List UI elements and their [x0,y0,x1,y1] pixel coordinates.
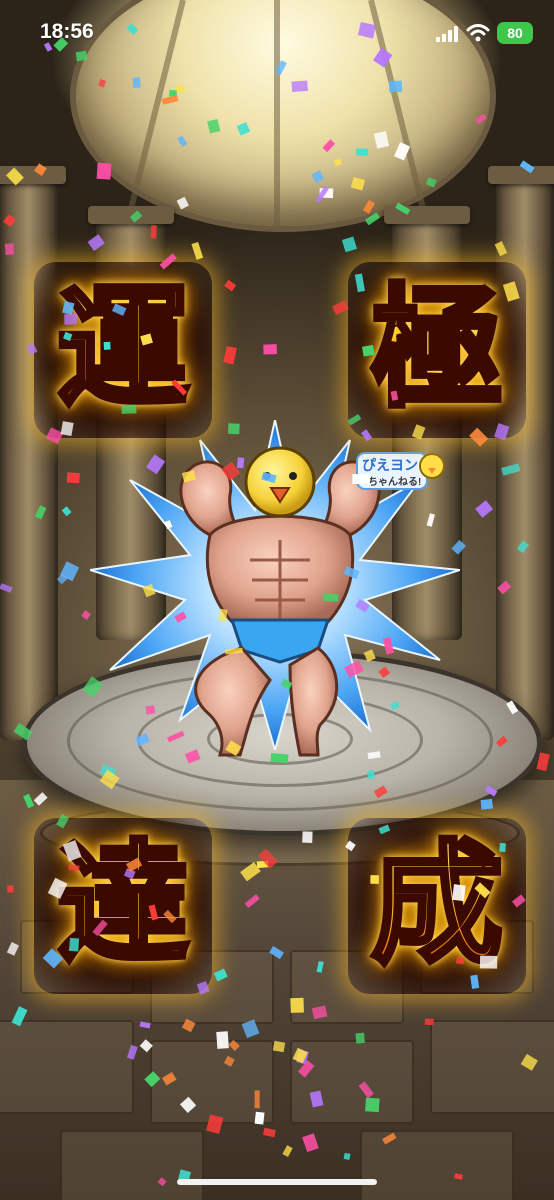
confetti-piece [56,573,68,585]
kanji-tatsu: 達 [38,820,208,990]
channel-logo: ぴえヨン ちゃんねる! [356,450,446,492]
logo-title: ぴえヨン [362,457,418,473]
confetti-piece [61,506,72,517]
home-indicator[interactable] [177,1179,377,1185]
confetti-piece [331,300,349,316]
confetti-piece [475,500,494,518]
status-time: 18:56 [40,20,94,43]
confetti-piece [224,279,237,292]
kanji-sei: 成 [352,820,522,990]
kanji-goku: 極 [352,264,522,434]
confetti-piece [191,242,204,260]
game-screen[interactable]: ぴえヨン ちゃんねる! 運 極 達 成 18:56 80 [0,0,554,1200]
cellular-signal-icon [436,26,458,42]
wifi-icon [466,24,490,42]
confetti-piece [66,472,80,484]
confetti-piece [59,561,80,582]
kanji-un: 運 [38,264,208,434]
confetti-piece [341,236,358,253]
battery-charging-icon: 80 [497,22,533,44]
confetti-piece [263,344,277,355]
status-bar: 18:56 80 [0,0,554,66]
logo-subtitle: ちゃんねる! [368,477,422,488]
battery-level: 80 [507,25,523,41]
confetti-piece [223,345,237,365]
